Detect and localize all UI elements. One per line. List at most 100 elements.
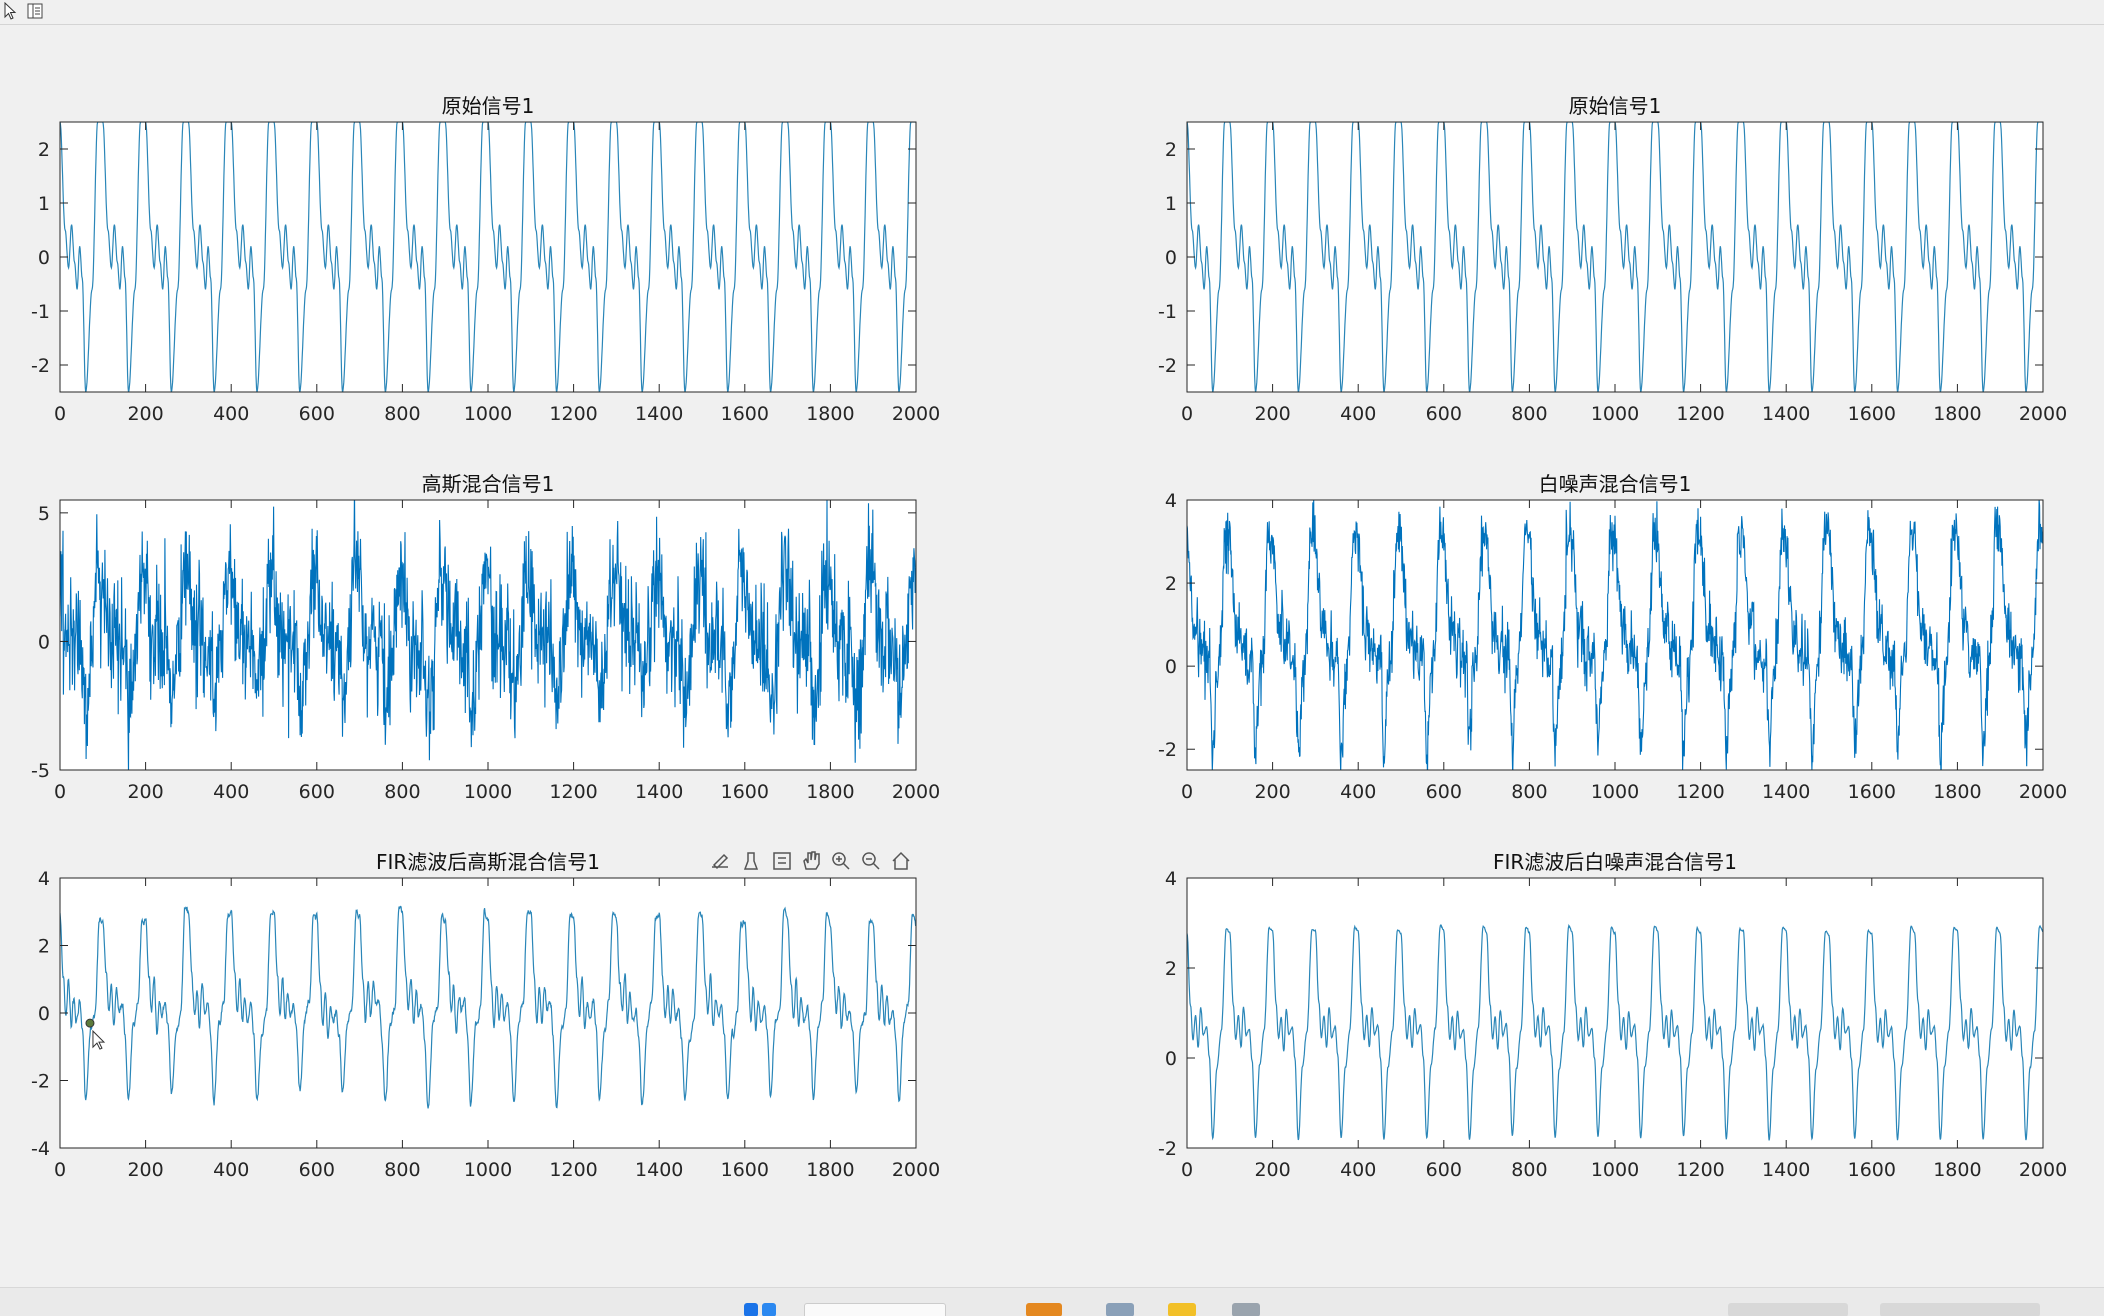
- x-tick-label: 200: [127, 1159, 163, 1181]
- app-icon-2[interactable]: [1232, 1303, 1260, 1316]
- axes-p5[interactable]: 0 200 400 600 800 1000 1200 1400 1600 1800 2000 -4 -…: [31, 850, 940, 1181]
- y-tick-label: -1: [31, 301, 50, 323]
- x-tick-label: 0: [1181, 1159, 1193, 1181]
- axes-title: 原始信号1: [1569, 94, 1662, 118]
- axes-p2[interactable]: 0 200 400 600 800 1000 1200 1400 1600 1800 2000 -2 -…: [1158, 94, 2067, 425]
- x-tick-label: 800: [1511, 781, 1547, 803]
- y-tick-label: 4: [1165, 490, 1177, 512]
- x-tick-label: 1200: [549, 781, 597, 803]
- x-tick-label: 1800: [1933, 403, 1981, 425]
- x-tick-label: 200: [127, 403, 163, 425]
- x-tick-label: 800: [1511, 403, 1547, 425]
- x-tick-label: 1600: [721, 403, 769, 425]
- x-tick-label: 800: [384, 781, 420, 803]
- app-icon[interactable]: [1106, 1303, 1134, 1316]
- x-tick-label: 1400: [1762, 403, 1810, 425]
- zoom-in-icon[interactable]: [832, 852, 850, 870]
- matlab-app-icon[interactable]: [1026, 1303, 1062, 1316]
- y-tick-label: -2: [1158, 739, 1177, 761]
- x-tick-label: 0: [54, 403, 66, 425]
- x-tick-label: 1400: [1762, 1159, 1810, 1181]
- y-tick-label: 2: [38, 936, 50, 958]
- x-tick-label: 1600: [1848, 403, 1896, 425]
- x-tick-label: 1600: [1848, 1159, 1896, 1181]
- x-tick-label: 200: [1254, 781, 1290, 803]
- x-tick-label: 800: [1511, 1159, 1547, 1181]
- data-tip-marker[interactable]: [85, 1018, 95, 1028]
- x-tick-label: 1000: [1591, 403, 1639, 425]
- axes-title: 高斯混合信号1: [422, 472, 555, 496]
- y-tick-label: 0: [38, 247, 50, 269]
- y-tick-label: 0: [38, 631, 50, 653]
- y-tick-label: -2: [31, 1071, 50, 1093]
- y-tick-label: 2: [1165, 139, 1177, 161]
- axes-toolbar: [712, 851, 910, 870]
- y-tick-label: 4: [1165, 868, 1177, 890]
- axes-background: [1187, 122, 2043, 392]
- x-tick-label: 400: [1340, 781, 1376, 803]
- figure-canvas: 0 200 400 600 800 1000 1200 1400 1600 1800 2000-2-…: [31, 94, 2067, 1181]
- system-tray-icons[interactable]: [1728, 1303, 1848, 1316]
- x-tick-label: 1400: [635, 781, 683, 803]
- axes-p3[interactable]: 0 200 400 600 800 1000 1200 1400 1600 1800 2000-50…: [31, 472, 940, 803]
- y-tick-label: 2: [38, 139, 50, 161]
- y-tick-label: 4: [38, 868, 50, 890]
- x-tick-label: 1200: [1676, 1159, 1724, 1181]
- y-tick-label: -2: [31, 355, 50, 377]
- data-tips-icon[interactable]: [773, 852, 791, 870]
- x-tick-label: 1000: [1591, 1159, 1639, 1181]
- axes-title: FIR滤波后高斯混合信号1: [376, 850, 600, 874]
- y-tick-label: -2: [1158, 355, 1177, 377]
- x-tick-label: 1400: [635, 1159, 683, 1181]
- folder-icon[interactable]: [1168, 1303, 1196, 1316]
- brush-icon[interactable]: [743, 852, 759, 870]
- x-tick-label: 1600: [721, 1159, 769, 1181]
- x-tick-label: 800: [384, 403, 420, 425]
- y-tick-label: 0: [1165, 1048, 1177, 1070]
- data-cursor-icon[interactable]: [712, 853, 729, 870]
- axes-p6[interactable]: 0 200 400 600 800 1000 1200 1400 1600 1800 2000-20…: [1158, 850, 2067, 1181]
- restore-view-home-icon[interactable]: [892, 851, 910, 870]
- axes-p4[interactable]: 0 200 400 600 800 1000 1200 1400 1600 1800 2000-20…: [1158, 472, 2067, 803]
- axes-title: FIR滤波后白噪声混合信号1: [1493, 850, 1737, 874]
- x-tick-label: 1600: [1848, 781, 1896, 803]
- y-tick-label: -5: [31, 760, 50, 782]
- x-tick-label: 2000: [892, 1159, 940, 1181]
- windows-taskbar: [0, 1287, 2104, 1316]
- x-tick-label: 800: [384, 1159, 420, 1181]
- x-tick-label: 200: [1254, 1159, 1290, 1181]
- system-tray-clock[interactable]: [1880, 1303, 2040, 1316]
- x-tick-label: 600: [299, 1159, 335, 1181]
- x-tick-label: 1200: [1676, 403, 1724, 425]
- x-tick-label: 1400: [635, 403, 683, 425]
- x-tick-label: 400: [213, 781, 249, 803]
- y-tick-label: 2: [1165, 958, 1177, 980]
- axes-p1[interactable]: 0 200 400 600 800 1000 1200 1400 1600 1800 2000 -2 -…: [31, 94, 940, 425]
- x-tick-label: 1000: [464, 403, 512, 425]
- x-tick-label: 1800: [806, 781, 854, 803]
- y-tick-label: 0: [1165, 656, 1177, 678]
- x-tick-label: 2000: [2019, 1159, 2067, 1181]
- zoom-out-icon[interactable]: [862, 852, 880, 870]
- x-tick-label: 0: [1181, 781, 1193, 803]
- y-tick-label: 0: [1165, 247, 1177, 269]
- x-tick-label: 1000: [464, 1159, 512, 1181]
- x-tick-label: 1600: [721, 781, 769, 803]
- start-windows-icon-2[interactable]: [762, 1303, 776, 1316]
- x-tick-label: 600: [1426, 1159, 1462, 1181]
- pan-hand-icon[interactable]: [803, 851, 820, 870]
- x-tick-label: 1200: [1676, 781, 1724, 803]
- axes-title: 白噪声混合信号1: [1539, 472, 1692, 496]
- x-tick-label: 2000: [892, 403, 940, 425]
- taskbar-search-box[interactable]: [804, 1303, 946, 1316]
- x-tick-label: 600: [299, 403, 335, 425]
- x-tick-label: 2000: [892, 781, 940, 803]
- y-tick-label: -2: [1158, 1138, 1177, 1160]
- x-tick-label: 400: [1340, 403, 1376, 425]
- x-tick-label: 2000: [2019, 403, 2067, 425]
- x-tick-label: 0: [54, 781, 66, 803]
- x-tick-label: 400: [213, 403, 249, 425]
- x-tick-label: 1800: [806, 403, 854, 425]
- x-tick-label: 1800: [1933, 1159, 1981, 1181]
- start-windows-icon[interactable]: [744, 1303, 758, 1316]
